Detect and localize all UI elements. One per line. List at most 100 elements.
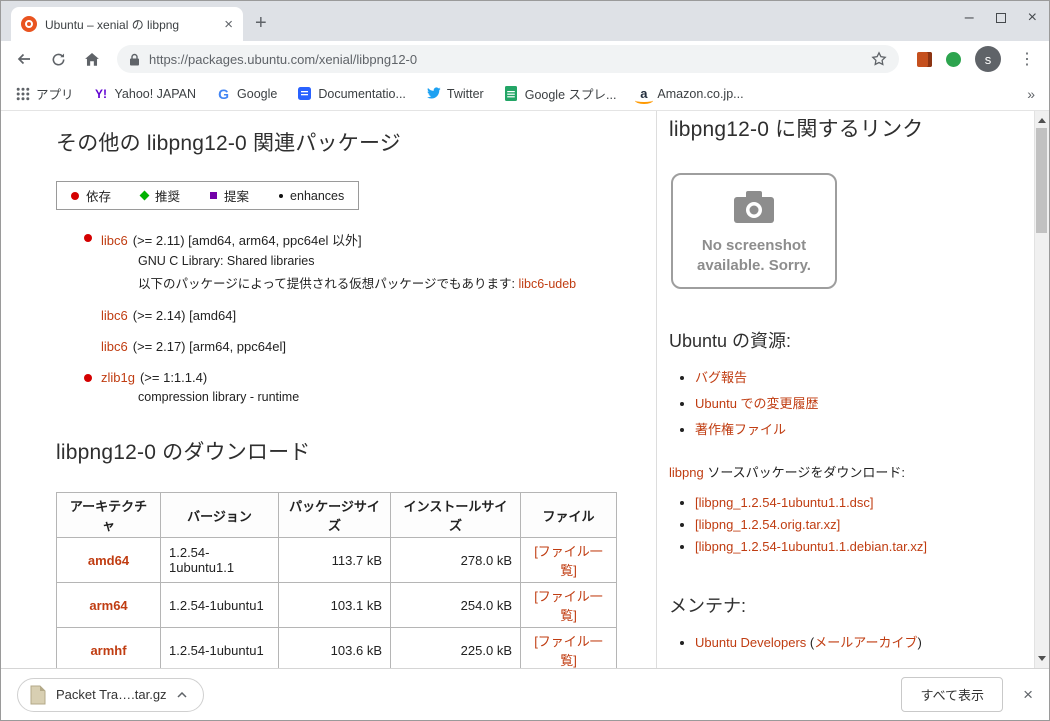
- sheets-icon: [504, 86, 519, 101]
- source-package-link[interactable]: libpng: [669, 465, 704, 480]
- list-item: [libpng_1.2.54-1ubuntu1.1.dsc]: [695, 495, 1018, 510]
- bookmark-label: Google スプレ...: [524, 88, 617, 102]
- reload-icon: [52, 53, 64, 65]
- package-link-libc6[interactable]: libc6: [101, 339, 128, 354]
- url-text[interactable]: https://packages.ubuntu.com/xenial/libpn…: [149, 52, 862, 67]
- version-constraint: (>= 1:1.1.4): [139, 370, 208, 385]
- bookmarks-overflow-chevron[interactable]: »: [1027, 86, 1035, 102]
- mail-archive-link[interactable]: メールアーカイブ: [814, 635, 917, 650]
- address-bar[interactable]: https://packages.ubuntu.com/xenial/libpn…: [117, 45, 899, 73]
- chevron-up-icon[interactable]: [177, 691, 187, 698]
- related-packages-heading: その他の libpng12-0 関連パッケージ: [56, 132, 401, 155]
- enhances-dot-icon: [279, 193, 284, 198]
- bookmark-label: Google: [237, 86, 278, 101]
- table-header-row: アーキテクチャ バージョン パッケージサイズ インストールサイズ ファイル: [56, 492, 617, 538]
- legend-enhances: enhances: [279, 189, 344, 203]
- suggests-square-icon: [210, 192, 218, 199]
- twitter-icon: [426, 86, 441, 101]
- package-description: GNU C Library: Shared libraries: [138, 254, 315, 268]
- apps-grid-icon: [15, 86, 30, 101]
- file-list-link[interactable]: [ファイル一覧]: [534, 589, 603, 623]
- file-list-link[interactable]: [ファイル一覧]: [534, 544, 603, 578]
- amazon-icon: a: [635, 86, 654, 104]
- scroll-up-arrow[interactable]: [1035, 113, 1049, 128]
- virtual-package-note: 以下のパッケージによって提供される仮想パッケージでもあります: libc6-ud…: [138, 273, 656, 292]
- navigation-bar: https://packages.ubuntu.com/xenial/libpn…: [1, 41, 1049, 77]
- bookmark-google-sheets[interactable]: Google スプレ...: [504, 84, 617, 103]
- camera-icon: [734, 191, 774, 223]
- yahoo-icon: Y!: [95, 86, 108, 101]
- dependency-item: libc6 (>= 2.11) [amd64, arm64, ppc64el 以…: [56, 230, 656, 292]
- legend-recommends: 推奨: [139, 186, 180, 205]
- package-link-libc6[interactable]: libc6: [101, 308, 128, 323]
- arch-link[interactable]: arm64: [89, 598, 127, 613]
- file-list-link[interactable]: [ファイル一覧]: [534, 634, 603, 668]
- maintainer-link[interactable]: Ubuntu Developers: [695, 635, 806, 650]
- source-download-text: ソースパッケージをダウンロード:: [703, 465, 906, 480]
- changelog-link[interactable]: Ubuntu での変更履歴: [695, 396, 819, 411]
- resources-heading: Ubuntu の資源:: [669, 331, 792, 351]
- profile-avatar[interactable]: s: [975, 46, 1001, 72]
- install-size-cell: 278.0 kB: [390, 537, 521, 583]
- sidebar-column: libpng12-0 に関するリンク No screenshot availab…: [656, 111, 1034, 668]
- docs-icon: [297, 86, 312, 101]
- minimize-button[interactable]: –: [965, 10, 974, 26]
- new-tab-button[interactable]: +: [255, 13, 267, 33]
- reload-button[interactable]: [43, 44, 73, 74]
- page-scrollbar[interactable]: [1034, 111, 1049, 668]
- maximize-button[interactable]: [995, 13, 1006, 23]
- page-content: その他の libpng12-0 関連パッケージ 依存 推奨 提案 enhance…: [1, 111, 1034, 668]
- browser-window: Ubuntu – xenial の libpng × + – × https:/…: [0, 0, 1050, 721]
- source-files-list: [libpng_1.2.54-1ubuntu1.1.dsc] [libpng_1…: [695, 495, 1018, 554]
- col-version: バージョン: [160, 492, 279, 538]
- no-screenshot-text-line1: No screenshot: [701, 237, 807, 254]
- bookmark-label: Documentatio...: [318, 86, 406, 101]
- legend-suggests: 提案: [210, 186, 249, 205]
- list-item: [libpng_1.2.54.orig.tar.xz]: [695, 517, 1018, 532]
- lock-icon: [130, 53, 139, 65]
- bookmark-twitter[interactable]: Twitter: [426, 86, 484, 101]
- extension-orange-icon[interactable]: [917, 51, 932, 67]
- file-icon: [30, 685, 46, 704]
- debian-tarball-link[interactable]: [libpng_1.2.54-1ubuntu1.1.debian.tar.xz]: [695, 539, 927, 554]
- download-filename[interactable]: Packet Tra….tar.gz: [56, 687, 167, 702]
- download-item[interactable]: Packet Tra….tar.gz: [17, 677, 204, 712]
- browser-menu-button[interactable]: ⋮: [1013, 49, 1041, 69]
- window-close-button[interactable]: ×: [1028, 10, 1037, 26]
- scroll-down-arrow[interactable]: [1035, 651, 1049, 666]
- home-button[interactable]: [77, 44, 107, 74]
- download-heading: libpng12-0 のダウンロード: [56, 441, 311, 464]
- extension-green-icon[interactable]: [946, 51, 961, 67]
- list-item: Ubuntu での変更履歴: [695, 393, 1018, 412]
- bookmark-google[interactable]: G Google: [216, 86, 278, 102]
- page-viewport: その他の libpng12-0 関連パッケージ 依存 推奨 提案 enhance…: [1, 111, 1049, 668]
- dsc-file-link[interactable]: [libpng_1.2.54-1ubuntu1.1.dsc]: [695, 495, 874, 510]
- bookmark-label: Yahoo! JAPAN: [114, 86, 197, 101]
- no-screenshot-box: No screenshot available. Sorry.: [671, 173, 837, 289]
- col-files: ファイル: [520, 492, 617, 538]
- package-link-zlib1g[interactable]: zlib1g: [101, 370, 135, 385]
- arch-link[interactable]: armhf: [90, 643, 126, 658]
- bookmark-documentation[interactable]: Documentatio...: [297, 86, 406, 101]
- bookmark-amazon[interactable]: a Amazon.co.jp...: [635, 86, 744, 104]
- package-link-libc6[interactable]: libc6: [101, 233, 128, 248]
- bug-report-link[interactable]: バグ報告: [695, 370, 747, 385]
- browser-tab[interactable]: Ubuntu – xenial の libpng ×: [11, 7, 243, 41]
- back-button[interactable]: [9, 44, 39, 74]
- dependency-line: libc6 (>= 2.11) [amd64, arm64, ppc64el 以…: [101, 230, 656, 249]
- tab-close-icon[interactable]: ×: [224, 17, 233, 32]
- apps-shortcut[interactable]: アプリ: [15, 84, 74, 103]
- show-all-downloads-button[interactable]: すべて表示: [901, 677, 1004, 712]
- bookmark-star-icon[interactable]: [871, 51, 887, 67]
- scrollbar-thumb[interactable]: [1036, 128, 1047, 233]
- list-item: Ubuntu Developers (メールアーカイブ): [695, 632, 1018, 651]
- shelf-close-icon[interactable]: ×: [1023, 686, 1033, 703]
- arch-link[interactable]: amd64: [88, 553, 129, 568]
- orig-tarball-link[interactable]: [libpng_1.2.54.orig.tar.xz]: [695, 517, 840, 532]
- dependency-legend: 依存 推奨 提案 enhances: [56, 181, 360, 210]
- copyright-link[interactable]: 著作権ファイル: [695, 422, 786, 437]
- table-row: armhf 1.2.54-1ubuntu1 103.6 kB 225.0 kB …: [56, 627, 617, 668]
- bookmark-yahoo[interactable]: Y! Yahoo! JAPAN: [94, 86, 197, 101]
- package-link-libc6-udeb[interactable]: libc6-udeb: [518, 277, 576, 291]
- tab-title: Ubuntu – xenial の libpng: [45, 17, 180, 32]
